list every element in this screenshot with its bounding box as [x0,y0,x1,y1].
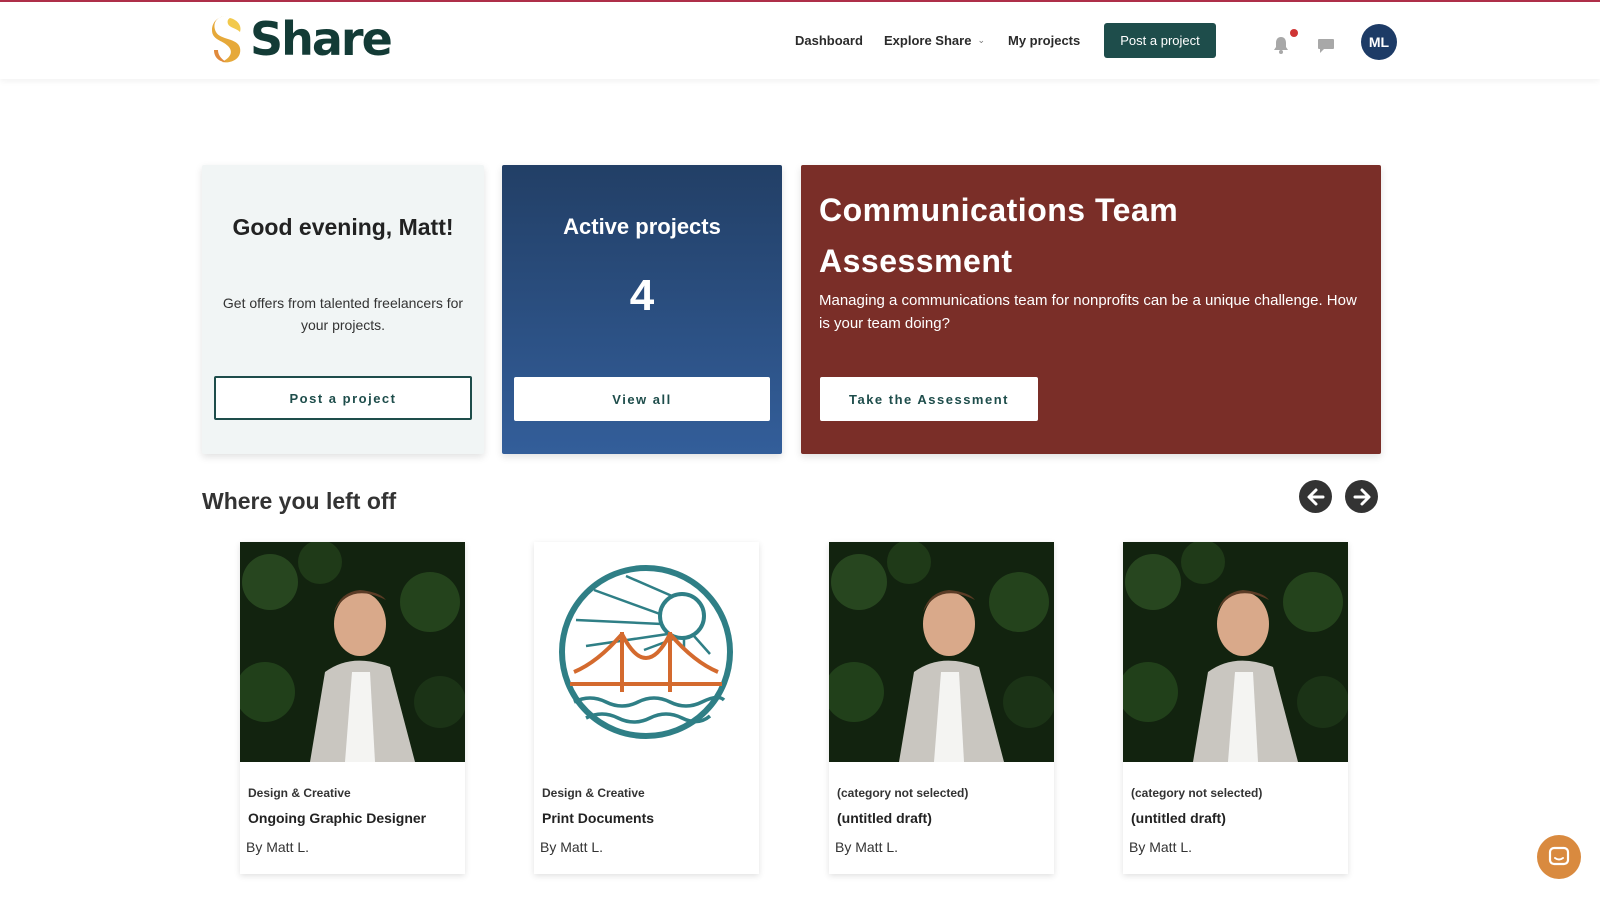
bell-icon[interactable] [1273,36,1289,54]
header: Share Dashboard Explore Share ⌄ My proje… [0,2,1600,79]
project-photo [240,542,465,762]
arrow-left-icon [1307,488,1324,505]
user-avatar[interactable]: ML [1361,24,1397,60]
nav-my-projects-label: My projects [1008,33,1081,48]
bridge-logo-icon [559,565,733,739]
active-projects-count: 4 [629,271,655,320]
tile-author: By Matt L. [540,839,604,855]
share-logo[interactable]: Share [210,12,393,66]
project-photo [829,542,1054,762]
post-project-card-button[interactable]: Post a project [214,376,472,420]
nav-my-projects[interactable]: My projects [1008,2,1080,79]
tile-author: By Matt L. [835,839,899,855]
take-assessment-button[interactable]: Take the Assessment [820,377,1038,421]
tile-title: (untitled draft) [837,810,932,826]
tile-category: Design & Creative [542,786,645,800]
tile-author: By Matt L. [1129,839,1193,855]
chat-launcher-button[interactable] [1537,835,1581,879]
assessment-card: Communications Team Assessment Managing … [801,165,1381,454]
tile-category: Design & Creative [248,786,351,800]
greeting-card: Good evening, Matt! Get offers from tale… [202,165,484,454]
tile-category: (category not selected) [837,786,969,800]
chat-icon[interactable] [1317,38,1335,54]
nav-dashboard[interactable]: Dashboard [795,2,863,79]
nav-explore-label: Explore Share [884,33,972,48]
chat-bubble-icon [1548,846,1570,866]
share-logo-mark-icon [212,16,241,63]
section-title: Where you left off [202,488,397,514]
brand-name: Share [250,12,393,66]
tile-title: (untitled draft) [1131,810,1226,826]
greeting-subtitle: Get offers from talented freelancers for… [222,295,464,333]
nav-dashboard-label: Dashboard [795,33,863,48]
project-tile[interactable]: (category not selected) (untitled draft)… [829,542,1054,874]
project-tile[interactable]: (category not selected) (untitled draft)… [1123,542,1348,874]
profile-photo-icon [240,542,465,762]
arrow-right-icon [1353,488,1370,505]
project-photo [1123,542,1348,762]
project-logo [534,542,759,762]
active-projects-title: Active projects [563,214,721,239]
nav-explore-share[interactable]: Explore Share ⌄ [884,2,985,79]
tile-category: (category not selected) [1131,786,1263,800]
notification-dot [1290,29,1298,37]
project-tile[interactable]: Design & Creative Print Documents By Mat… [534,542,759,874]
project-tile[interactable]: Design & Creative Ongoing Graphic Design… [240,542,465,874]
greeting-title: Good evening, Matt! [232,214,454,240]
assessment-title: Communications Team Assessment [819,192,1179,279]
carousel-prev-button[interactable] [1299,480,1332,513]
tile-author: By Matt L. [246,839,310,855]
profile-photo-icon [1123,542,1348,762]
assessment-subtitle: Managing a communications team for nonpr… [819,292,1357,332]
carousel-next-button[interactable] [1345,480,1378,513]
tile-title: Ongoing Graphic Designer [248,810,427,826]
post-project-button[interactable]: Post a project [1104,23,1216,58]
active-projects-card: Active projects 4 View all [502,165,782,454]
view-all-button[interactable]: View all [514,377,770,421]
profile-photo-icon [829,542,1054,762]
chevron-down-icon: ⌄ [977,35,985,45]
tile-title: Print Documents [542,810,655,826]
